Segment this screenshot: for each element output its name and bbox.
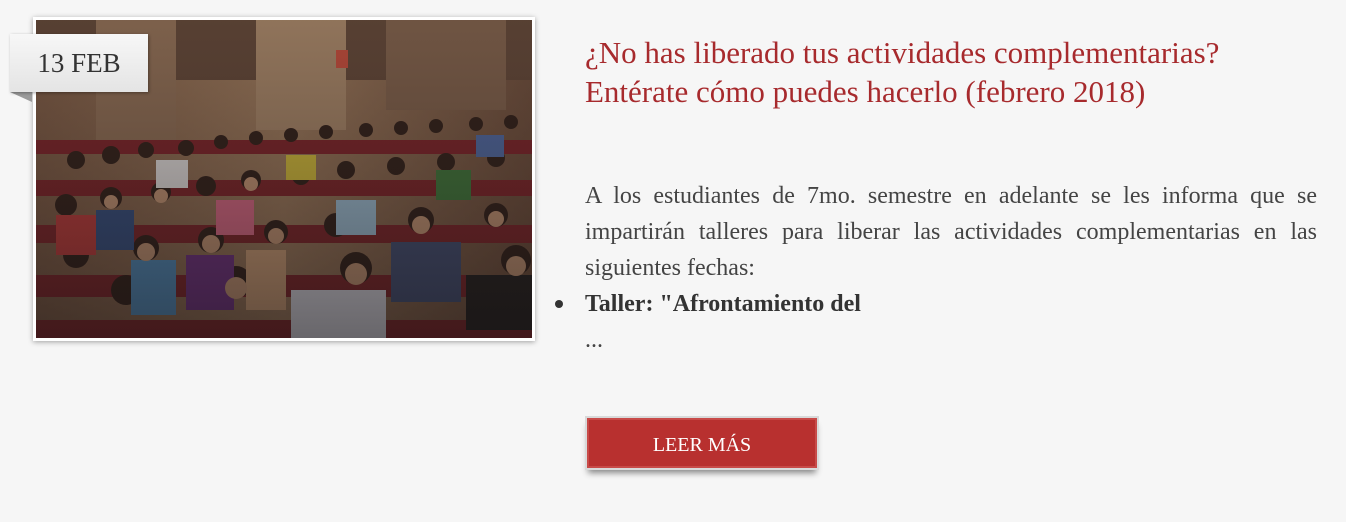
list-item: Taller: "Afrontamiento del — [555, 286, 861, 322]
excerpt-ellipsis: ... — [585, 327, 603, 353]
news-card: 13 FEB ¿No has liberado tus actividades … — [0, 0, 1346, 522]
excerpt-bullet-list: Taller: "Afrontamiento del — [555, 286, 861, 322]
date-badge-fold — [10, 92, 32, 102]
bullet-icon — [555, 300, 563, 308]
post-title[interactable]: ¿No has liberado tus actividades complem… — [585, 33, 1320, 111]
list-item-text: Taller: "Afrontamiento del — [585, 291, 861, 317]
date-badge: 13 FEB — [10, 34, 148, 92]
read-more-button[interactable]: LEER MÁS — [585, 416, 819, 470]
post-excerpt: A los estudiantes de 7mo. semestre en ad… — [585, 183, 1317, 281]
